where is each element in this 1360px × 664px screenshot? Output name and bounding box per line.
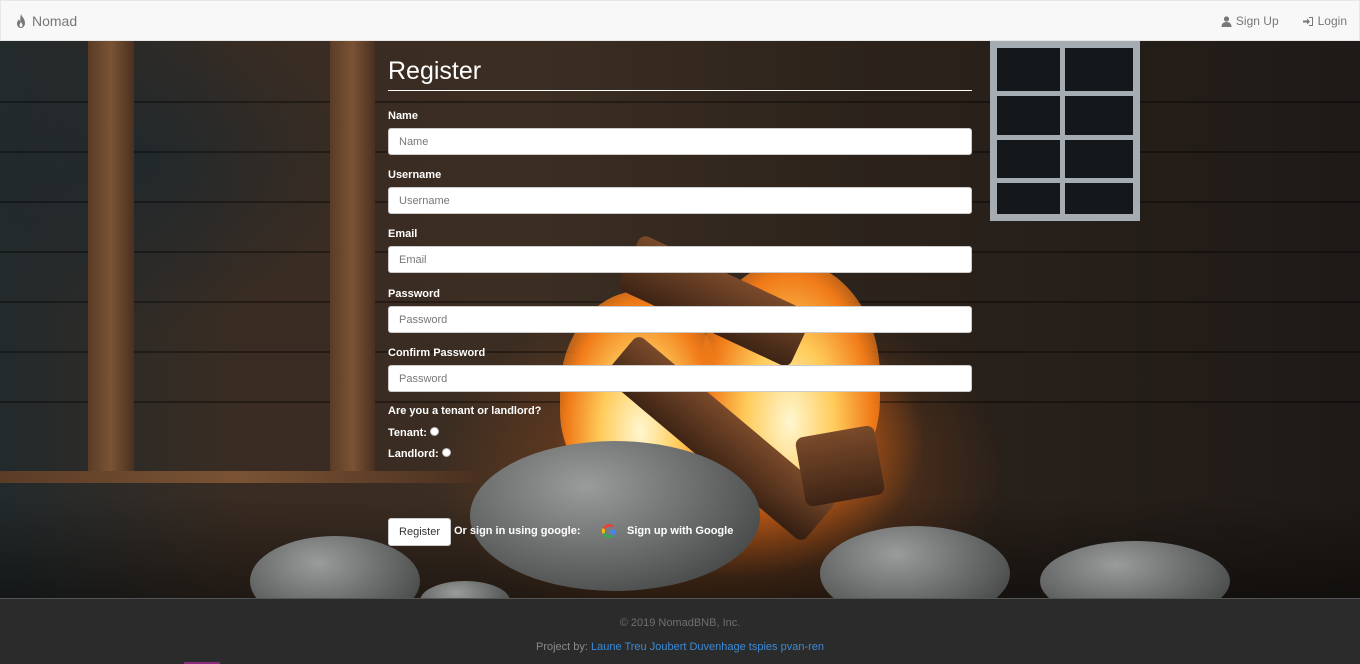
login-label: Login: [1317, 14, 1347, 28]
title-divider: [388, 90, 972, 91]
email-label: Email: [388, 228, 418, 240]
google-signup-button[interactable]: Sign up with Google: [602, 524, 733, 538]
landlord-radio[interactable]: [441, 447, 451, 457]
username-label: Username: [388, 169, 442, 181]
top-navbar: Nomad Sign Up Login: [0, 0, 1360, 41]
signup-label: Sign Up: [1235, 14, 1279, 28]
tenant-radio[interactable]: [429, 426, 439, 436]
register-button[interactable]: Register: [388, 518, 451, 546]
footer: © 2019 NomadBNB, Inc. Project by: Laune …: [0, 598, 1360, 664]
email-input[interactable]: [388, 246, 972, 273]
password-label: Password: [388, 288, 440, 300]
signup-link[interactable]: Sign Up: [1221, 14, 1279, 28]
tenant-label: Tenant:: [388, 427, 427, 439]
username-input[interactable]: [388, 187, 972, 214]
nav-links: Sign Up Login: [1197, 14, 1347, 28]
login-icon: [1302, 16, 1313, 26]
project-credits: Project by: Laune Treu Joubert Duvenhage…: [0, 641, 1360, 653]
page-title: Register: [388, 57, 482, 85]
name-input[interactable]: [388, 128, 972, 155]
role-question: Are you a tenant or landlord?: [388, 405, 542, 417]
name-label: Name: [388, 110, 418, 122]
google-signin-prompt: Or sign in using google:: [454, 525, 581, 537]
copyright-text: © 2019 NomadBNB, Inc.: [619, 617, 741, 629]
credits-prefix: Project by:: [535, 641, 588, 653]
google-icon: [602, 524, 616, 538]
confirm-password-label: Confirm Password: [388, 347, 486, 359]
google-signup-label: Sign up with Google: [627, 525, 734, 537]
confirm-password-input[interactable]: [388, 365, 972, 392]
brand-link[interactable]: Nomad: [15, 13, 77, 29]
login-link[interactable]: Login: [1302, 14, 1347, 28]
cabin-window: [990, 41, 1140, 221]
landlord-label: Landlord:: [388, 448, 439, 460]
authors-link[interactable]: Laune Treu Joubert Duvenhage tspies pvan…: [591, 641, 824, 653]
user-icon: [1221, 15, 1232, 27]
password-input[interactable]: [388, 306, 972, 333]
fire-icon: [17, 14, 25, 28]
landlord-option: Landlord:: [388, 447, 451, 460]
brand-name: Nomad: [32, 13, 78, 29]
tenant-option: Tenant:: [388, 426, 439, 439]
